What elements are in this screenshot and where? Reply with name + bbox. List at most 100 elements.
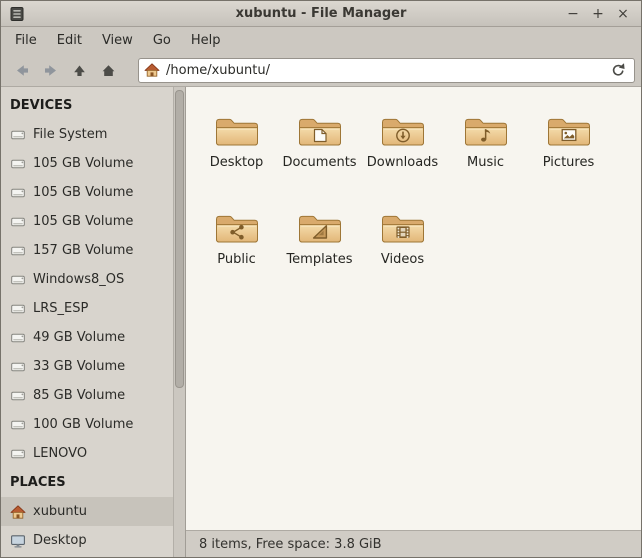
device-windows8-os[interactable]: Windows8_OS [1,265,173,294]
home-icon [144,62,160,78]
address-text: /home/xubuntu/ [166,63,270,78]
device-label: 100 GB Volume [33,417,133,432]
file-view[interactable]: Desktop Documents Downloads Music Pictur… [186,87,641,530]
minimize-button[interactable]: − [563,4,583,24]
device-105gb-volume-2[interactable]: 105 GB Volume [1,178,173,207]
titlebar[interactable]: xubuntu - File Manager − + × [1,1,641,27]
device-100gb-volume[interactable]: 100 GB Volume [1,410,173,439]
file-label: Videos [381,252,424,267]
side-pane: DEVICES File System 105 GB Volume 105 GB… [1,87,186,557]
videos-folder-icon [379,209,427,247]
device-lrs-esp[interactable]: LRS_ESP [1,294,173,323]
file-manager-icon [9,6,25,22]
file-music[interactable]: Music [444,112,527,170]
window-controls: − + × [563,4,633,24]
device-label: LRS_ESP [33,301,88,316]
device-label: 85 GB Volume [33,388,125,403]
file-label: Documents [282,155,356,170]
menubar: File Edit View Go Help [1,27,641,54]
drive-icon [10,214,26,230]
desktop-icon [10,533,26,549]
file-label: Templates [286,252,352,267]
device-33gb-volume[interactable]: 33 GB Volume [1,352,173,381]
file-label: Downloads [367,155,438,170]
statusbar-text: 8 items, Free space: 3.8 GiB [199,537,382,552]
menu-help[interactable]: Help [181,27,231,54]
menu-go[interactable]: Go [143,27,181,54]
device-105gb-volume-1[interactable]: 105 GB Volume [1,149,173,178]
devices-title: DEVICES [10,98,72,113]
forward-button[interactable] [36,57,65,83]
pictures-folder-icon [545,112,593,150]
drive-icon [10,359,26,375]
place-label: Desktop [33,533,87,548]
devices-section-header: DEVICES [1,91,173,120]
device-157gb-volume[interactable]: 157 GB Volume [1,236,173,265]
file-pictures[interactable]: Pictures [527,112,610,170]
device-label: 49 GB Volume [33,330,125,345]
device-label: File System [33,127,107,142]
downloads-folder-icon [379,112,427,150]
device-label: 105 GB Volume [33,214,133,229]
menu-edit[interactable]: Edit [47,27,92,54]
back-button[interactable] [7,57,36,83]
drive-icon [10,446,26,462]
device-label: LENOVO [33,446,87,461]
device-label: 33 GB Volume [33,359,125,374]
device-lenovo[interactable]: LENOVO [1,439,173,468]
file-desktop[interactable]: Desktop [195,112,278,170]
drive-icon [10,185,26,201]
drive-icon [10,388,26,404]
reload-button[interactable] [607,60,629,81]
place-desktop[interactable]: Desktop [1,526,173,555]
drive-icon [10,127,26,143]
file-public[interactable]: Public [195,209,278,267]
file-documents[interactable]: Documents [278,112,361,170]
device-label: 105 GB Volume [33,156,133,171]
drive-icon [10,330,26,346]
statusbar: 8 items, Free space: 3.8 GiB [186,530,641,557]
device-85gb-volume[interactable]: 85 GB Volume [1,381,173,410]
drive-icon [10,243,26,259]
file-downloads[interactable]: Downloads [361,112,444,170]
file-templates[interactable]: Templates [278,209,361,267]
home-button[interactable] [94,57,123,83]
up-button[interactable] [65,57,94,83]
music-folder-icon [462,112,510,150]
home-icon [10,504,26,520]
main-column: Desktop Documents Downloads Music Pictur… [186,87,641,557]
menu-file[interactable]: File [5,27,47,54]
public-folder-icon [213,209,261,247]
drive-icon [10,156,26,172]
places-section-header: PLACES [1,468,173,497]
file-videos[interactable]: Videos [361,209,444,267]
documents-folder-icon [296,112,344,150]
place-xubuntu[interactable]: xubuntu [1,497,173,526]
file-label: Music [467,155,504,170]
window-title: xubuntu - File Manager [1,6,641,21]
side-pane-rows: DEVICES File System 105 GB Volume 105 GB… [1,91,173,555]
address-bar[interactable]: /home/xubuntu/ [138,58,635,83]
templates-folder-icon [296,209,344,247]
device-label: 105 GB Volume [33,185,133,200]
file-manager-window: xubuntu - File Manager − + × File Edit V… [0,0,642,558]
device-file-system[interactable]: File System [1,120,173,149]
maximize-button[interactable]: + [588,4,608,24]
device-49gb-volume[interactable]: 49 GB Volume [1,323,173,352]
drive-icon [10,301,26,317]
device-105gb-volume-3[interactable]: 105 GB Volume [1,207,173,236]
sidebar-scrollbar-thumb[interactable] [175,90,184,388]
sidebar-scrollbar[interactable] [173,87,185,557]
device-label: 157 GB Volume [33,243,133,258]
file-label: Desktop [210,155,264,170]
places-title: PLACES [10,475,66,490]
menu-view[interactable]: View [92,27,143,54]
drive-icon [10,417,26,433]
place-label: xubuntu [33,504,87,519]
close-button[interactable]: × [613,4,633,24]
folder-icon [213,112,261,150]
device-label: Windows8_OS [33,272,124,287]
file-label: Pictures [543,155,594,170]
file-label: Public [217,252,255,267]
drive-icon [10,272,26,288]
